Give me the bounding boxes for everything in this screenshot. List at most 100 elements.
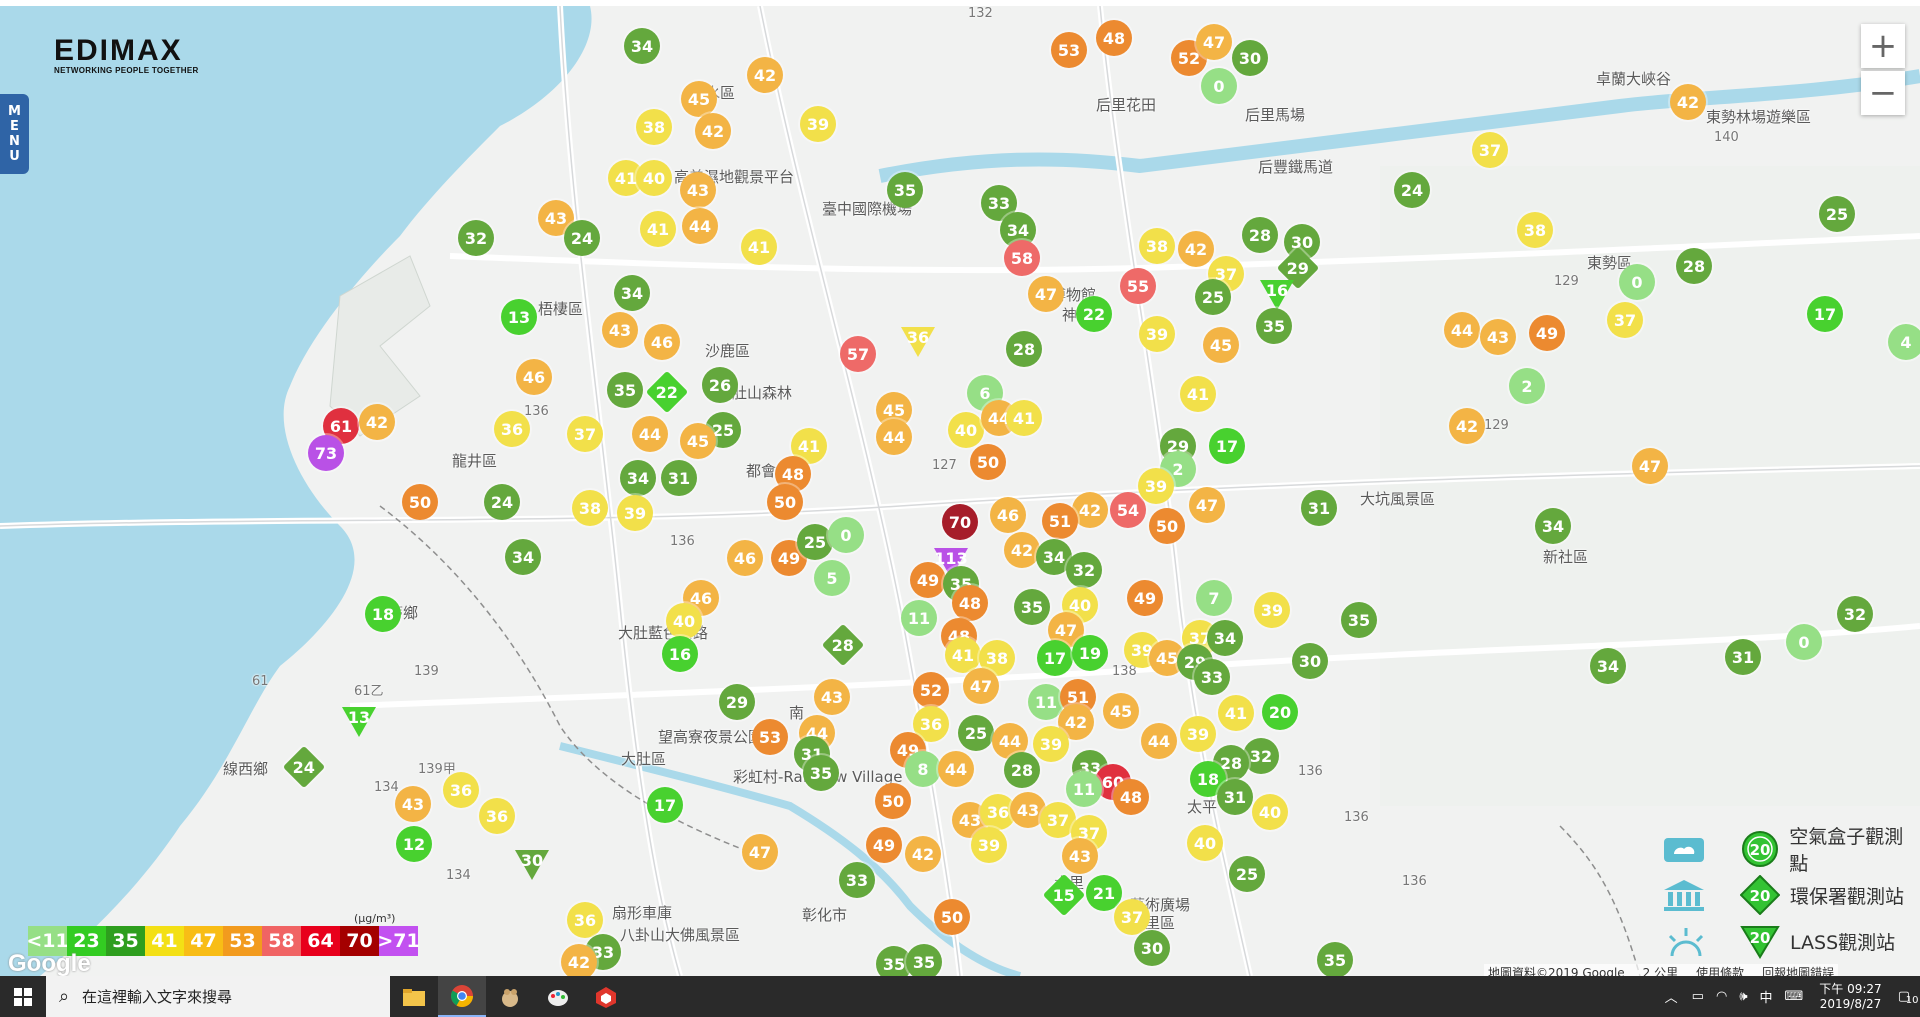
airbox-marker[interactable]: 5 xyxy=(814,560,850,596)
airbox-marker[interactable]: 58 xyxy=(1004,240,1040,276)
airbox-marker[interactable]: 43 xyxy=(1480,319,1516,355)
airbox-marker[interactable]: 28 xyxy=(1676,248,1712,284)
sketchup-icon[interactable] xyxy=(582,976,630,1017)
google-logo[interactable]: Google xyxy=(8,950,91,976)
airbox-marker[interactable]: 50 xyxy=(934,899,970,935)
airbox-marker[interactable]: 0 xyxy=(1786,624,1822,660)
airbox-marker[interactable]: 49 xyxy=(1127,580,1163,616)
lass-station-marker[interactable]: 36 xyxy=(900,323,936,359)
airbox-marker[interactable]: 30 xyxy=(1232,40,1268,76)
airbox-marker[interactable]: 42 xyxy=(1449,408,1485,444)
airbox-marker[interactable]: 8 xyxy=(905,751,941,787)
airbox-marker[interactable]: 17 xyxy=(1037,640,1073,676)
airbox-marker[interactable]: 40 xyxy=(636,160,672,196)
airbox-marker[interactable]: 48 xyxy=(1113,779,1149,815)
airbox-marker[interactable]: 29 xyxy=(719,684,755,720)
airbox-marker[interactable]: 35 xyxy=(607,372,643,408)
airbox-marker[interactable]: 39 xyxy=(1138,468,1174,504)
airbox-marker[interactable]: 2 xyxy=(1509,368,1545,404)
airbox-marker[interactable]: 28 xyxy=(1242,217,1278,253)
start-button[interactable] xyxy=(0,976,46,1017)
airbox-marker[interactable]: 35 xyxy=(1256,308,1292,344)
airbox-marker[interactable]: 40 xyxy=(666,603,702,639)
airbox-marker[interactable]: 47 xyxy=(1632,448,1668,484)
zoom-out-button[interactable]: − xyxy=(1861,71,1905,115)
airbox-marker[interactable]: 31 xyxy=(1725,639,1761,675)
airbox-marker[interactable]: 45 xyxy=(1203,327,1239,363)
airbox-marker[interactable]: 0 xyxy=(1619,264,1655,300)
airbox-marker[interactable]: 42 xyxy=(359,404,395,440)
airbox-marker[interactable]: 36 xyxy=(443,772,479,808)
lass-station-marker[interactable]: 13 xyxy=(341,703,377,739)
airbox-marker[interactable]: 37 xyxy=(1472,132,1508,168)
airbox-marker[interactable]: 36 xyxy=(567,902,603,938)
airbox-marker[interactable]: 26 xyxy=(702,367,738,403)
airbox-marker[interactable]: 30 xyxy=(1292,643,1328,679)
airbox-marker[interactable]: 25 xyxy=(958,715,994,751)
airbox-marker[interactable]: 44 xyxy=(632,416,668,452)
airbox-marker[interactable]: 47 xyxy=(963,668,999,704)
airbox-marker[interactable]: 46 xyxy=(644,324,680,360)
airbox-marker[interactable]: 47 xyxy=(1189,487,1225,523)
airbox-marker[interactable]: 33 xyxy=(839,862,875,898)
notification-icon[interactable]: ▢ 10 xyxy=(1898,989,1919,1006)
airbox-marker[interactable]: 47 xyxy=(1028,276,1064,312)
airbox-marker[interactable]: 25 xyxy=(797,524,833,560)
airbox-marker[interactable]: 50 xyxy=(767,484,803,520)
chrome-icon[interactable] xyxy=(438,976,486,1017)
airbox-marker[interactable]: 25 xyxy=(1195,279,1231,315)
airbox-marker[interactable]: 7 xyxy=(1196,580,1232,616)
edimax-logo[interactable]: EDIMAX NETWORKING PEOPLE TOGETHER xyxy=(54,36,199,76)
clock[interactable]: 下午 09:27 2019/8/27 xyxy=(1819,982,1881,1012)
airbox-marker[interactable]: 47 xyxy=(1196,24,1232,60)
airbox-marker[interactable]: 38 xyxy=(1139,228,1175,264)
airbox-marker[interactable]: 12 xyxy=(396,826,432,862)
airbox-marker[interactable]: 43 xyxy=(680,172,716,208)
airbox-marker[interactable]: 18 xyxy=(365,596,401,632)
airbox-marker[interactable]: 55 xyxy=(1120,268,1156,304)
airbox-marker[interactable]: 30 xyxy=(1134,930,1170,966)
zoom-in-button[interactable]: + xyxy=(1861,24,1905,68)
airbox-marker[interactable]: 28 xyxy=(1006,331,1042,367)
airbox-marker[interactable]: 42 xyxy=(695,113,731,149)
airbox-marker[interactable]: 34 xyxy=(624,28,660,64)
airbox-marker[interactable]: 41 xyxy=(640,211,676,247)
airbox-marker[interactable]: 45 xyxy=(681,81,717,117)
airbox-marker[interactable]: 37 xyxy=(567,416,603,452)
airbox-marker[interactable]: 38 xyxy=(1517,212,1553,248)
airbox-marker[interactable]: 53 xyxy=(752,719,788,755)
airbox-marker[interactable]: 17 xyxy=(1807,296,1843,332)
airbox-marker[interactable]: 36 xyxy=(479,798,515,834)
airbox-marker[interactable]: 39 xyxy=(617,495,653,531)
airbox-marker[interactable]: 50 xyxy=(1149,508,1185,544)
airbox-marker[interactable]: 34 xyxy=(1207,620,1243,656)
airbox-marker[interactable]: 43 xyxy=(395,786,431,822)
chevron-up-icon[interactable]: ︿ xyxy=(1665,987,1678,1006)
airbox-marker[interactable]: 51 xyxy=(1042,503,1078,539)
airbox-marker[interactable]: 43 xyxy=(1062,838,1098,874)
scale-bar-label[interactable]: 2 公里 xyxy=(1643,964,1678,976)
airbox-marker[interactable]: 42 xyxy=(747,57,783,93)
airbox-marker[interactable]: 34 xyxy=(620,460,656,496)
network-icon[interactable]: ▭ xyxy=(1692,989,1704,1004)
airbox-marker[interactable]: 44 xyxy=(1141,723,1177,759)
airbox-marker[interactable]: 32 xyxy=(1243,738,1279,774)
airbox-marker[interactable]: 34 xyxy=(614,275,650,311)
airbox-marker[interactable]: 13 xyxy=(501,299,537,335)
airbox-marker[interactable]: 34 xyxy=(505,539,541,575)
airbox-marker[interactable]: 41 xyxy=(1006,400,1042,436)
airbox-marker[interactable]: 35 xyxy=(906,944,942,976)
airbox-marker[interactable]: 42 xyxy=(1004,532,1040,568)
airbox-marker[interactable]: 25 xyxy=(1819,196,1855,232)
airbox-marker[interactable]: 49 xyxy=(910,562,946,598)
airbox-marker[interactable]: 44 xyxy=(938,751,974,787)
airbox-marker[interactable]: 42 xyxy=(1178,231,1214,267)
airbox-marker[interactable]: 0 xyxy=(828,517,864,553)
airbox-marker[interactable]: 4 xyxy=(1888,324,1920,360)
airbox-marker[interactable]: 32 xyxy=(1066,552,1102,588)
terms-link[interactable]: 使用條款 xyxy=(1696,964,1744,976)
airbox-marker[interactable]: 40 xyxy=(948,412,984,448)
airbox-marker[interactable]: 43 xyxy=(814,679,850,715)
airbox-marker[interactable]: 49 xyxy=(1529,315,1565,351)
airbox-marker[interactable]: 17 xyxy=(1209,428,1245,464)
